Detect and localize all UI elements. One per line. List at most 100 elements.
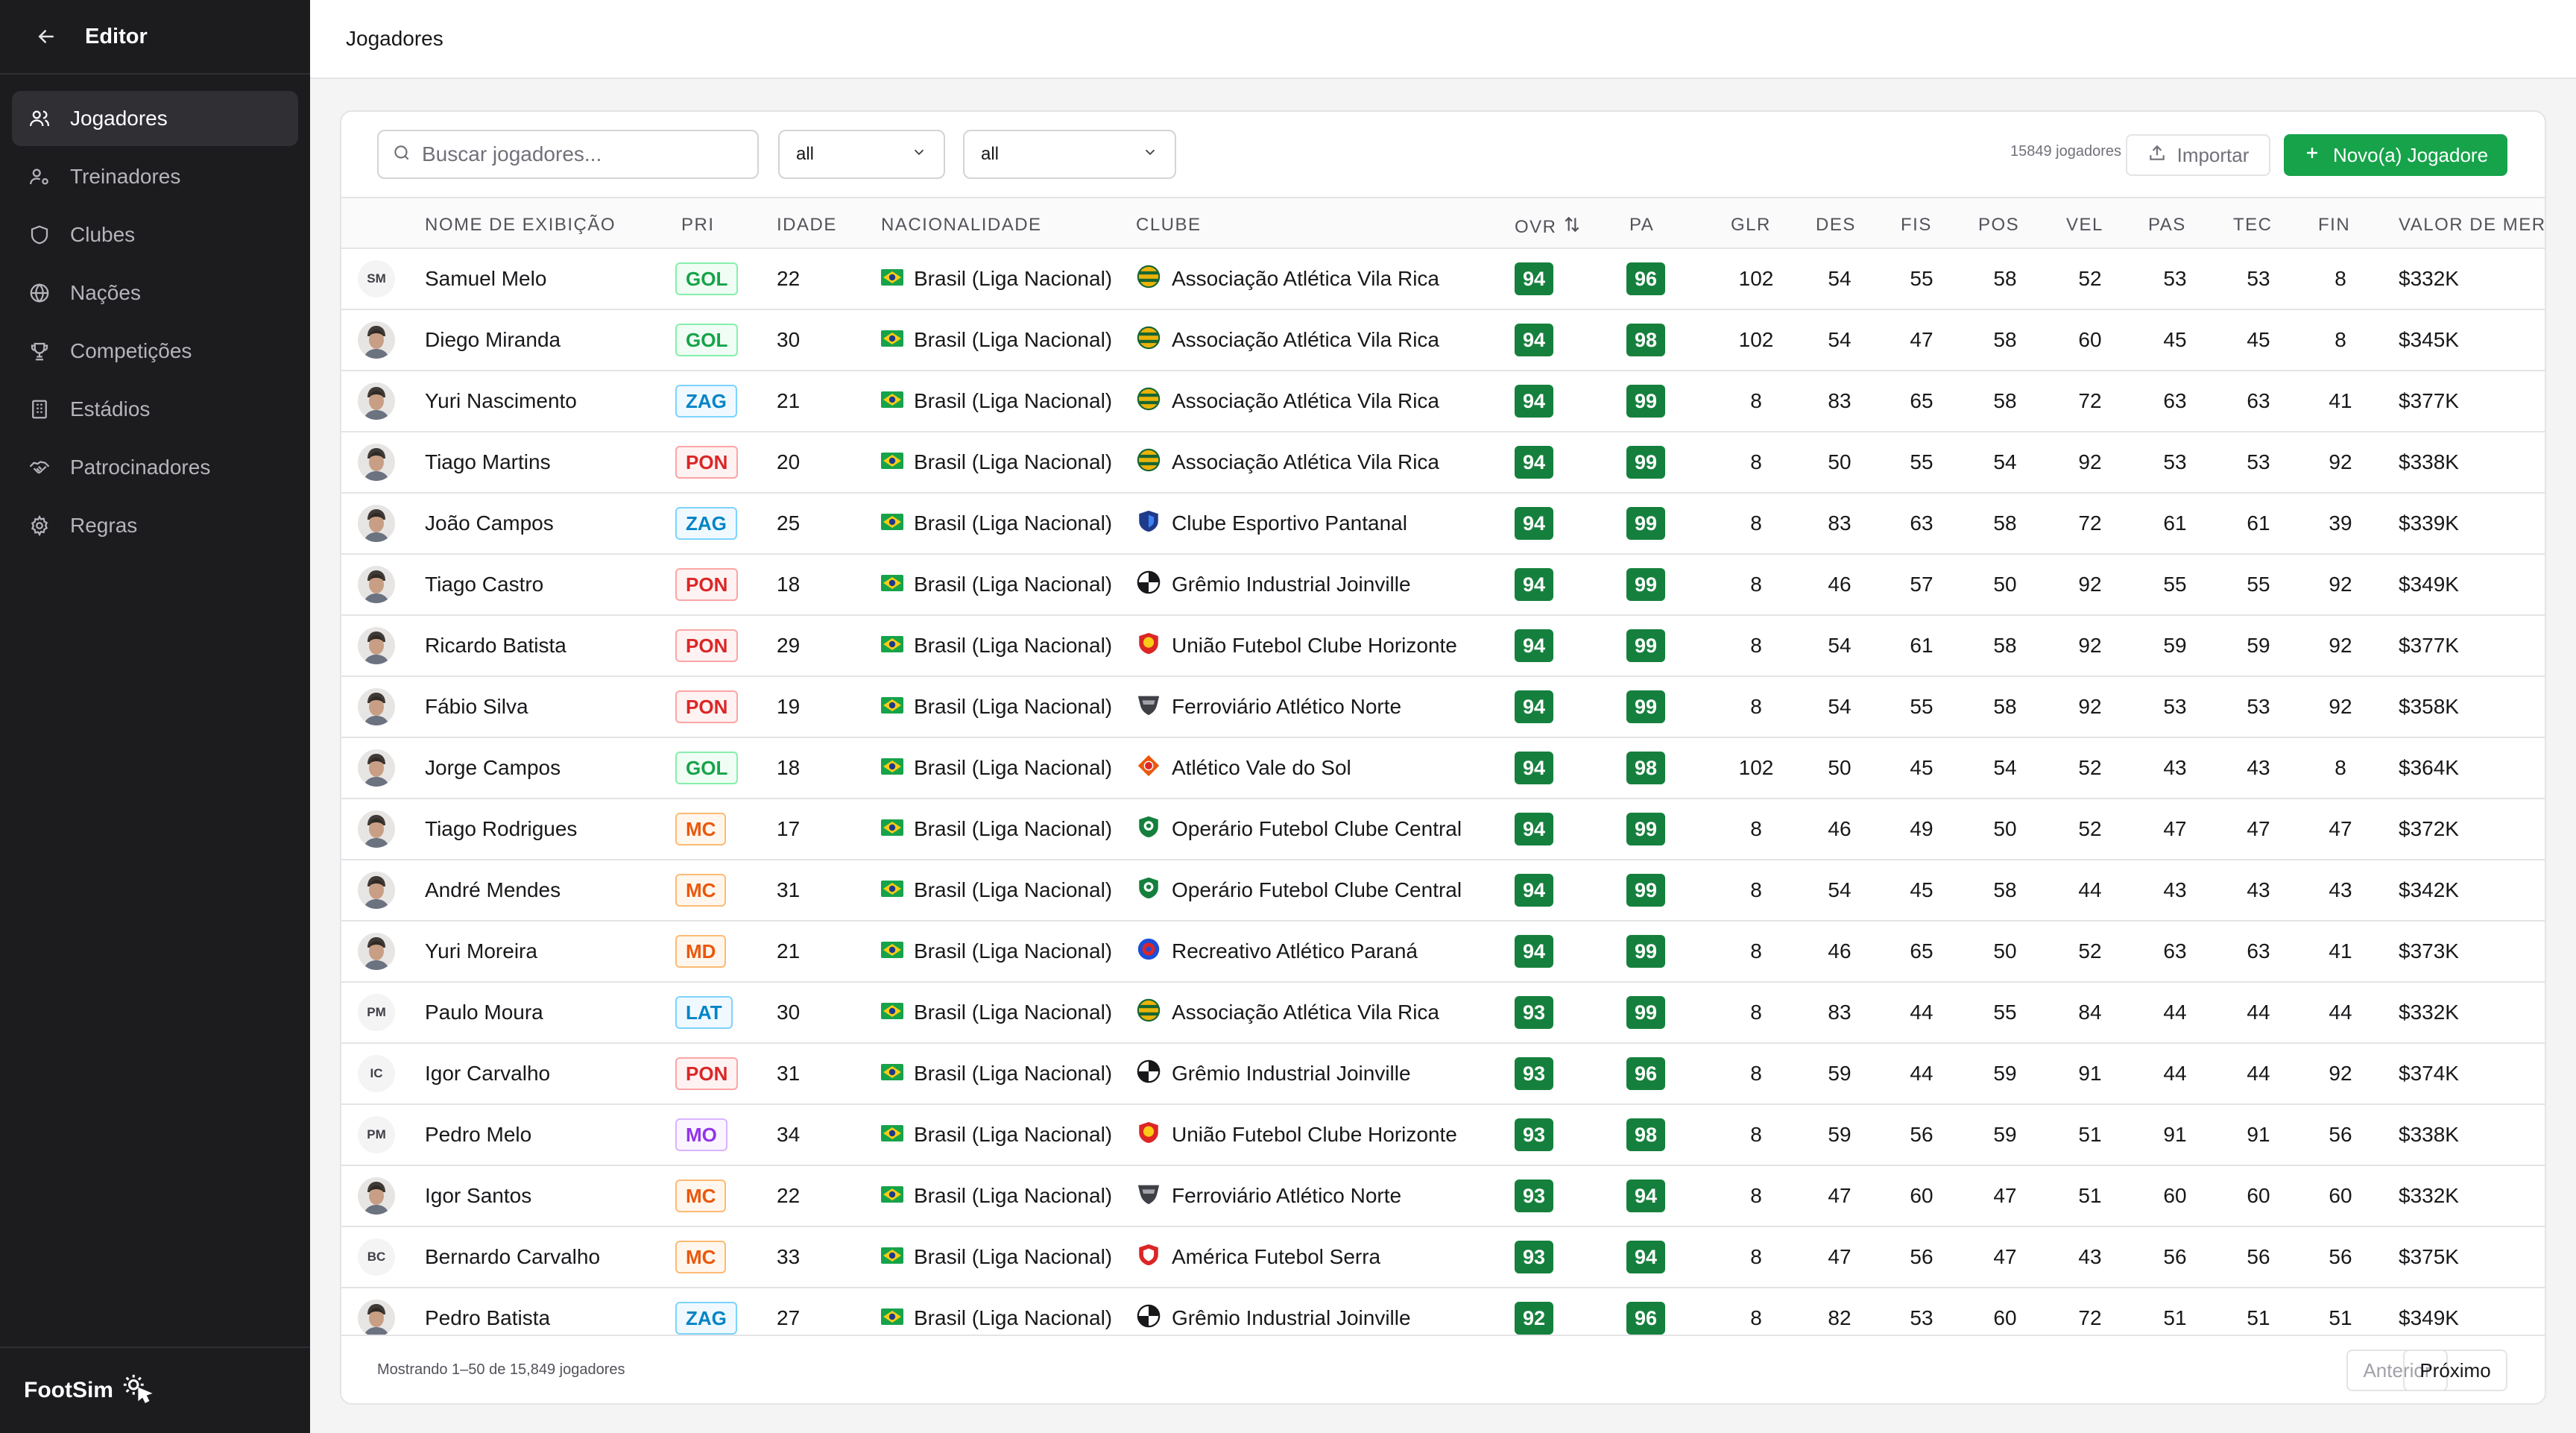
col-tec[interactable]: TEC bbox=[2233, 215, 2273, 236]
table-row[interactable]: Tiago Castro PON 18 Brasil (Liga Nacional) G… bbox=[341, 555, 2545, 616]
back-arrow-icon[interactable] bbox=[33, 23, 60, 50]
stat-fis: 57 bbox=[1910, 573, 1933, 596]
player-name[interactable]: Igor Carvalho bbox=[425, 1044, 550, 1103]
player-nationality: Brasil (Liga Nacional) bbox=[914, 1184, 1113, 1207]
player-age: 31 bbox=[777, 1062, 801, 1085]
player-name[interactable]: Yuri Nascimento bbox=[425, 371, 577, 431]
player-name[interactable]: Pedro Melo bbox=[425, 1105, 531, 1165]
stat-des: 54 bbox=[1828, 328, 1852, 351]
import-button[interactable]: Importar bbox=[2126, 134, 2270, 176]
table-row[interactable]: Yuri Moreira MD 21 Brasil (Liga Nacional) Re… bbox=[341, 922, 2545, 983]
col-nationality[interactable]: NACIONALIDADE bbox=[881, 215, 1042, 236]
table-row[interactable]: Jorge Campos GOL 18 Brasil (Liga Nacional) A… bbox=[341, 738, 2545, 799]
sidebar-item-clubes[interactable]: Clubes bbox=[12, 207, 298, 262]
sidebar-item-estadios[interactable]: Estádios bbox=[12, 382, 298, 437]
stat-fin: 92 bbox=[2329, 634, 2352, 657]
player-name[interactable]: Bernardo Carvalho bbox=[425, 1227, 600, 1287]
player-name[interactable]: Diego Miranda bbox=[425, 310, 561, 370]
col-ovr[interactable]: OVR bbox=[1515, 215, 1582, 239]
col-age[interactable]: IDADE bbox=[777, 215, 837, 236]
stat-posi: 58 bbox=[1993, 878, 2017, 901]
col-vel[interactable]: VEL bbox=[2066, 215, 2103, 236]
player-name[interactable]: Samuel Melo bbox=[425, 249, 546, 309]
stat-fin: 44 bbox=[2329, 1001, 2352, 1024]
col-posi[interactable]: POS bbox=[1978, 215, 2019, 236]
col-pa[interactable]: PA bbox=[1629, 215, 1654, 236]
col-value[interactable]: VALOR DE MERCADO bbox=[2399, 215, 2545, 236]
new-player-button[interactable]: Novo(a) Jogadore bbox=[2284, 134, 2507, 176]
table-row[interactable]: PM Pedro Melo MO 34 Brasil (Liga Nacional) Un… bbox=[341, 1105, 2545, 1166]
new-player-label: Novo(a) Jogadore bbox=[2332, 143, 2489, 166]
col-pas[interactable]: PAS bbox=[2148, 215, 2186, 236]
filter-select-1[interactable]: all bbox=[778, 130, 945, 179]
player-age: 18 bbox=[777, 756, 801, 779]
player-name[interactable]: Igor Santos bbox=[425, 1166, 531, 1226]
position-badge: ZAG bbox=[675, 1302, 737, 1335]
table-row[interactable]: Tiago Martins PON 20 Brasil (Liga Nacional)… bbox=[341, 432, 2545, 494]
table-row[interactable]: PM Paulo Moura LAT 30 Brasil (Liga Nacional)… bbox=[341, 983, 2545, 1044]
brazil-flag-icon bbox=[881, 389, 903, 413]
stat-fis: 56 bbox=[1910, 1245, 1933, 1268]
stat-pas: 61 bbox=[2163, 511, 2187, 535]
sidebar-item-treinadores[interactable]: Treinadores bbox=[12, 149, 298, 204]
col-fin[interactable]: FIN bbox=[2318, 215, 2350, 236]
building-icon bbox=[27, 397, 52, 422]
table-row[interactable]: Ricardo Batista PON 29 Brasil (Liga Naciona… bbox=[341, 616, 2545, 677]
player-name[interactable]: André Mendes bbox=[425, 860, 561, 920]
market-value: $345K bbox=[2399, 328, 2459, 351]
table-row[interactable]: André Mendes MC 31 Brasil (Liga Nacional) Op… bbox=[341, 860, 2545, 922]
player-age: 34 bbox=[777, 1123, 801, 1146]
table-row[interactable]: SM Samuel Melo GOL 22 Brasil (Liga Nacional)… bbox=[341, 249, 2545, 310]
player-name[interactable]: Jorge Campos bbox=[425, 738, 561, 798]
search-box[interactable] bbox=[377, 130, 759, 179]
table-row[interactable]: João Campos ZAG 25 Brasil (Liga Nacional) Cl… bbox=[341, 494, 2545, 555]
player-age: 21 bbox=[777, 939, 801, 963]
position-badge: GOL bbox=[675, 324, 739, 356]
player-name[interactable]: João Campos bbox=[425, 494, 554, 553]
player-name[interactable]: Tiago Martins bbox=[425, 432, 551, 492]
col-glr[interactable]: GLR bbox=[1731, 215, 1771, 236]
player-nationality: Brasil (Liga Nacional) bbox=[914, 817, 1113, 840]
search-input[interactable] bbox=[422, 142, 735, 166]
player-name[interactable]: Fábio Silva bbox=[425, 677, 528, 737]
avatar bbox=[358, 382, 395, 420]
stat-vel: 52 bbox=[2078, 756, 2102, 779]
col-pos[interactable]: PRI bbox=[681, 215, 715, 236]
sidebar-item-label: Jogadores bbox=[70, 107, 168, 130]
stat-vel: 51 bbox=[2078, 1123, 2102, 1146]
table-row[interactable]: Tiago Rodrigues MC 17 Brasil (Liga Nacional… bbox=[341, 799, 2545, 860]
table-row[interactable]: Yuri Nascimento ZAG 21 Brasil (Liga Naciona… bbox=[341, 371, 2545, 432]
table-row[interactable]: Diego Miranda GOL 30 Brasil (Liga Nacional)… bbox=[341, 310, 2545, 371]
stat-posi: 58 bbox=[1993, 695, 2017, 718]
sidebar-item-competicoes[interactable]: Competições bbox=[12, 324, 298, 379]
next-page-button[interactable]: Próximo bbox=[2403, 1349, 2507, 1391]
stat-posi: 58 bbox=[1993, 389, 2017, 412]
pa-rating: 99 bbox=[1626, 385, 1665, 418]
stat-posi: 59 bbox=[1993, 1123, 2017, 1146]
club-crest-icon bbox=[1136, 570, 1161, 600]
sidebar-item-nacoes[interactable]: Nações bbox=[12, 265, 298, 321]
sidebar-item-patrocinadores[interactable]: Patrocinadores bbox=[12, 440, 298, 495]
club-crest-icon bbox=[1136, 1120, 1161, 1150]
table-row[interactable]: IC Igor Carvalho PON 31 Brasil (Liga Naciona… bbox=[341, 1044, 2545, 1105]
table-row[interactable]: BC Bernardo Carvalho MC 33 Brasil (Liga Naci… bbox=[341, 1227, 2545, 1288]
player-name[interactable]: Yuri Moreira bbox=[425, 922, 537, 981]
player-name[interactable]: Ricardo Batista bbox=[425, 616, 566, 675]
table-row[interactable]: Fábio Silva PON 19 Brasil (Liga Nacional) Fe… bbox=[341, 677, 2545, 738]
sidebar-item-regras[interactable]: Regras bbox=[12, 498, 298, 553]
col-des[interactable]: DES bbox=[1816, 215, 1856, 236]
player-age: 18 bbox=[777, 573, 801, 596]
player-name[interactable]: Tiago Castro bbox=[425, 555, 543, 614]
market-value: $342K bbox=[2399, 878, 2459, 901]
col-fis[interactable]: FIS bbox=[1901, 215, 1932, 236]
col-club[interactable]: CLUBE bbox=[1136, 215, 1202, 236]
club-crest-icon bbox=[1136, 447, 1161, 478]
filter-select-2[interactable]: all bbox=[963, 130, 1176, 179]
player-name[interactable]: Paulo Moura bbox=[425, 983, 543, 1042]
sidebar-item-jogadores[interactable]: Jogadores bbox=[12, 91, 298, 146]
table-row[interactable]: Igor Santos MC 22 Brasil (Liga Nacional) Fer… bbox=[341, 1166, 2545, 1227]
col-name[interactable]: NOME DE EXIBIÇÃO bbox=[425, 215, 616, 236]
filter-select-1-value: all bbox=[796, 144, 815, 164]
player-name[interactable]: Tiago Rodrigues bbox=[425, 799, 577, 859]
stat-tec: 55 bbox=[2247, 573, 2270, 596]
